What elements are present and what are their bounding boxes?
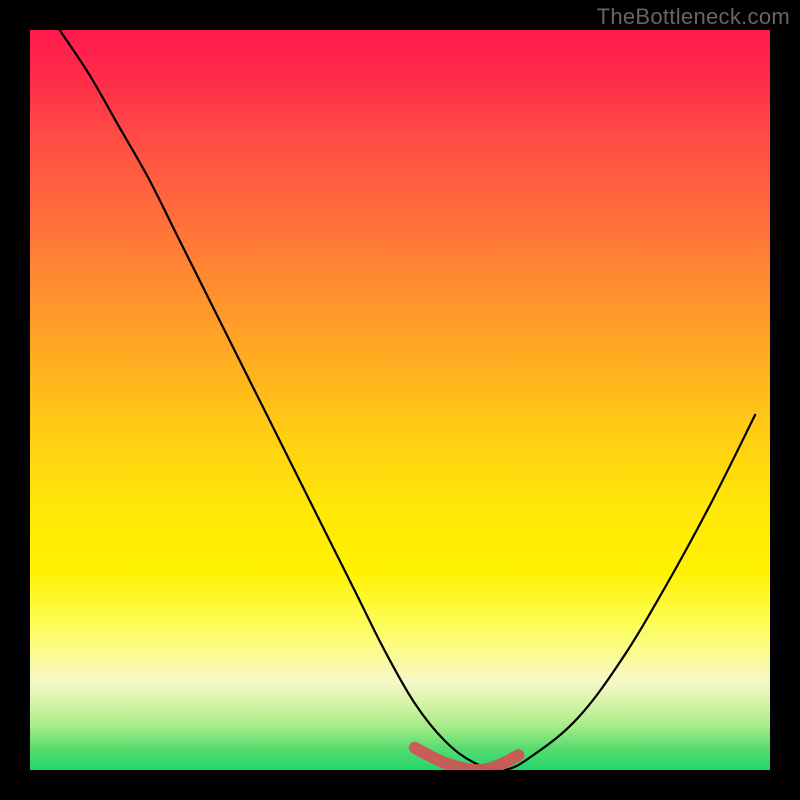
curve-svg bbox=[30, 30, 770, 770]
watermark-text: TheBottleneck.com bbox=[597, 4, 790, 30]
plot-area bbox=[30, 30, 770, 770]
chart-frame: TheBottleneck.com bbox=[0, 0, 800, 800]
bottleneck-curve bbox=[60, 30, 756, 770]
